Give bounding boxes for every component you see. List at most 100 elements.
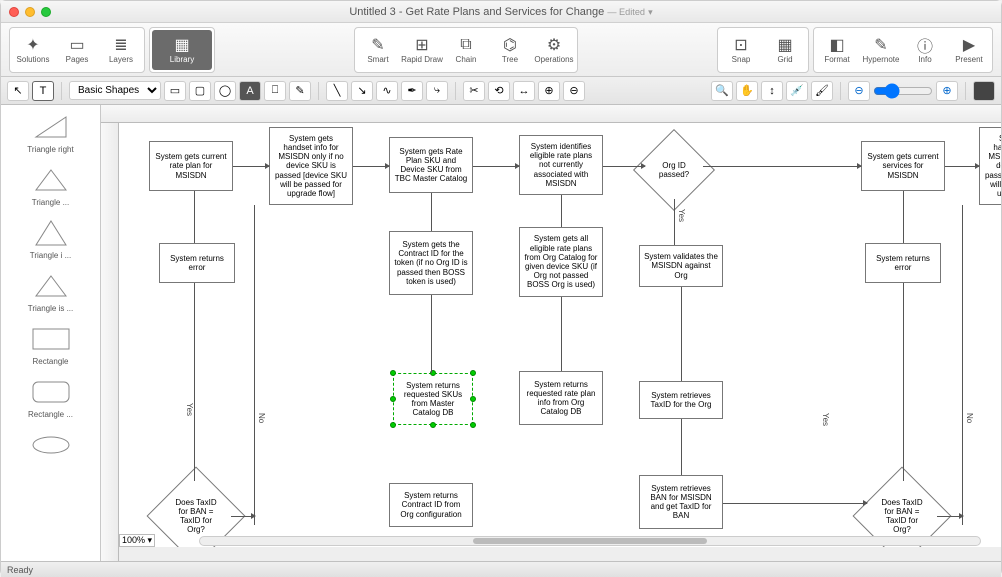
edit-tool-1[interactable]: ✂	[463, 81, 485, 101]
edge-label-no: No	[965, 413, 974, 423]
shape-triangle-2[interactable]: Triangle i ...	[5, 217, 96, 260]
edit-tool-3[interactable]: ↔	[513, 81, 535, 101]
edge	[194, 283, 195, 481]
node-n5[interactable]: System gets current services for MSISDN	[861, 141, 945, 191]
zoom-tool[interactable]: 🔍	[711, 81, 733, 101]
pages-button[interactable]: ▭Pages	[56, 30, 98, 70]
node-n14[interactable]: System retrieves TaxID for the Org	[639, 381, 723, 419]
maximize-button[interactable]	[41, 7, 51, 17]
eyedropper-tool[interactable]: 💉	[786, 81, 808, 101]
text-tool[interactable]: T	[32, 81, 54, 101]
shape-ellipse[interactable]	[5, 429, 96, 463]
edit-tool-5[interactable]: ⊖	[563, 81, 585, 101]
operations-button[interactable]: ⚙Operations	[533, 30, 575, 70]
connector-tool[interactable]: ⤷	[426, 81, 448, 101]
pan-tool[interactable]: ✋	[736, 81, 758, 101]
shape-triangle-right[interactable]: Triangle right	[5, 111, 96, 154]
zoom-out-button[interactable]: ⊖	[848, 81, 870, 101]
node-n7[interactable]: System returns error	[159, 243, 235, 283]
toolbar-group-library: ▦Library	[149, 27, 215, 73]
node-n4[interactable]: System identifies eligible rate plans no…	[519, 135, 603, 195]
close-button[interactable]	[9, 7, 19, 17]
layers-icon: ≣	[114, 35, 127, 55]
solutions-button[interactable]: ✦Solutions	[12, 30, 54, 70]
node-n10[interactable]: System validates the MSISDN against Org	[639, 245, 723, 287]
tree-button[interactable]: ⌬Tree	[489, 30, 531, 70]
node-n1[interactable]: System gets current rate plan for MSISDN	[149, 141, 233, 191]
edit-tool-4[interactable]: ⊕	[538, 81, 560, 101]
edge	[473, 166, 519, 167]
line-tool[interactable]: ╲	[326, 81, 348, 101]
main-area: Triangle right Triangle ... Triangle i .…	[1, 105, 1001, 561]
edge-label-yes: Yes	[677, 209, 686, 222]
zoom-slider[interactable]	[873, 83, 933, 99]
node-n11[interactable]: System returns error	[865, 243, 941, 283]
text-shape-tool[interactable]: A	[239, 81, 261, 101]
node-n3[interactable]: System gets Rate Plan SKU and Device SKU…	[389, 137, 473, 193]
node-n2[interactable]: System gets handset info for MSISDN only…	[269, 127, 353, 205]
node-n15[interactable]: System returns Contract ID from Org conf…	[389, 483, 473, 527]
node-n8[interactable]: System gets the Contract ID for the toke…	[389, 231, 473, 295]
paint-tool[interactable]: 🖌	[811, 81, 833, 101]
shapes-sidebar[interactable]: Triangle right Triangle ... Triangle i .…	[1, 105, 101, 561]
present-button[interactable]: ▶Present	[948, 30, 990, 70]
pen-tool[interactable]: ✒	[401, 81, 423, 101]
node-d2[interactable]: Does TaxID for BAN = TaxID for Org?	[161, 481, 231, 547]
hypernote-button[interactable]: ✎Hypernote	[860, 30, 902, 70]
shape-triangle-3[interactable]: Triangle is ...	[5, 270, 96, 313]
node-n13[interactable]: System returns requested rate plan info …	[519, 371, 603, 425]
edit-tool-2[interactable]: ⟲	[488, 81, 510, 101]
rapid-draw-icon: ⊞	[415, 35, 428, 55]
horizontal-scrollbar[interactable]	[199, 536, 981, 546]
chain-button[interactable]: ⧉Chain	[445, 30, 487, 70]
rect-tool[interactable]: ▭	[164, 81, 186, 101]
note-tool[interactable]: ✎	[289, 81, 311, 101]
ruler-vertical[interactable]	[101, 123, 119, 561]
edge	[681, 287, 682, 381]
node-n16[interactable]: System retrieves BAN for MSISDN and get …	[639, 475, 723, 529]
operations-icon: ⚙	[547, 35, 561, 55]
pointer-tool[interactable]: ↖	[7, 81, 29, 101]
node-n9[interactable]: System gets all eligible rate plans from…	[519, 227, 603, 297]
info-button[interactable]: ⓘInfo	[904, 30, 946, 70]
node-d1[interactable]: Org ID passed?	[645, 141, 703, 199]
library-button[interactable]: ▦Library	[152, 30, 212, 70]
shape-rectangle[interactable]: Rectangle	[5, 323, 96, 366]
scroll-tool[interactable]: ↕	[761, 81, 783, 101]
diagram[interactable]: System gets current rate plan for MSISDN…	[119, 123, 1001, 547]
color-swatch[interactable]	[973, 81, 995, 101]
rapid-draw-button[interactable]: ⊞Rapid Draw	[401, 30, 443, 70]
canvas[interactable]: System gets current rate plan for MSISDN…	[119, 123, 1001, 547]
node-n6[interactable]: System gets handset info for MSISDN only…	[979, 127, 1001, 205]
toolbar-group-views: ✦Solutions ▭Pages ≣Layers	[9, 27, 145, 73]
hypernote-icon: ✎	[874, 35, 887, 55]
smart-button[interactable]: ✎Smart	[357, 30, 399, 70]
tree-icon: ⌬	[503, 35, 517, 55]
format-button[interactable]: ◧Format	[816, 30, 858, 70]
arrow-tool[interactable]: ↘	[351, 81, 373, 101]
rounded-rect-tool[interactable]: ▢	[189, 81, 211, 101]
edge	[431, 193, 432, 231]
node-d3[interactable]: Does TaxID for BAN = TaxID for Org?	[867, 481, 937, 547]
textbox-tool[interactable]: ⎕	[264, 81, 286, 101]
info-icon: ⓘ	[917, 35, 933, 55]
zoom-in-button[interactable]: ⊕	[936, 81, 958, 101]
grid-button[interactable]: ▦Grid	[764, 30, 806, 70]
scrollbar-thumb[interactable]	[473, 538, 707, 544]
snap-button[interactable]: ⊡Snap	[720, 30, 762, 70]
edge	[431, 295, 432, 373]
ruler-horizontal[interactable]	[101, 105, 1001, 123]
edge-label-no: No	[257, 413, 266, 423]
grid-icon: ▦	[777, 35, 792, 55]
curve-tool[interactable]: ∿	[376, 81, 398, 101]
present-icon: ▶	[963, 35, 975, 55]
library-icon: ▦	[174, 35, 189, 55]
shape-rectangle-rounded[interactable]: Rectangle ...	[5, 376, 96, 419]
node-n12-selected[interactable]: System returns requested SKUs from Maste…	[393, 373, 473, 425]
layers-button[interactable]: ≣Layers	[100, 30, 142, 70]
shape-triangle-1[interactable]: Triangle ...	[5, 164, 96, 207]
shape-category-select[interactable]: Basic Shapes	[69, 81, 161, 100]
ellipse-tool[interactable]: ◯	[214, 81, 236, 101]
zoom-select[interactable]: 100% ▾	[119, 534, 155, 547]
minimize-button[interactable]	[25, 7, 35, 17]
